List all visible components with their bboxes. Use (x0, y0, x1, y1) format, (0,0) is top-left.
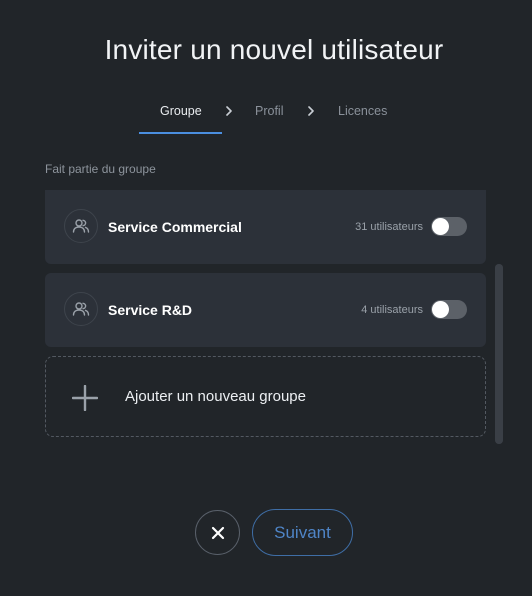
plus-icon (72, 385, 98, 411)
toggle-knob (432, 218, 449, 235)
step-profil[interactable]: Profil (255, 104, 283, 118)
section-label: Fait partie du groupe (45, 162, 156, 176)
group-member-count: 31 utilisateurs (355, 221, 423, 233)
stepper: Groupe Profil Licences (0, 104, 532, 138)
users-icon (64, 209, 98, 243)
modal-title: Inviter un nouvel utilisateur (104, 34, 444, 65)
step-licences[interactable]: Licences (338, 104, 387, 118)
next-button[interactable]: Suivant (252, 509, 353, 556)
toggle-knob (432, 301, 449, 318)
close-icon (211, 526, 224, 539)
group-card-service-rd: Service R&D 4 utilisateurs (45, 273, 486, 347)
invite-user-modal: Inviter un nouvel utilisateur Groupe Pro… (0, 0, 532, 596)
chevron-right-icon (308, 106, 314, 116)
add-group-label: Ajouter un nouveau groupe (125, 388, 306, 405)
add-group-button[interactable]: Ajouter un nouveau groupe (45, 356, 486, 437)
active-step-indicator (139, 132, 222, 134)
group-card-service-commercial: Service Commercial 31 utilisateurs (45, 190, 486, 264)
close-button[interactable] (195, 510, 240, 555)
group-member-count: 4 utilisateurs (361, 304, 423, 316)
chevron-right-icon (226, 106, 232, 116)
scrollbar-thumb[interactable] (495, 264, 503, 444)
group-toggle[interactable] (431, 217, 467, 236)
group-toggle[interactable] (431, 300, 467, 319)
users-icon (64, 292, 98, 326)
group-name: Service Commercial (108, 219, 242, 235)
scrollbar[interactable] (495, 264, 503, 444)
step-groupe[interactable]: Groupe (160, 104, 202, 118)
group-name: Service R&D (108, 302, 193, 318)
